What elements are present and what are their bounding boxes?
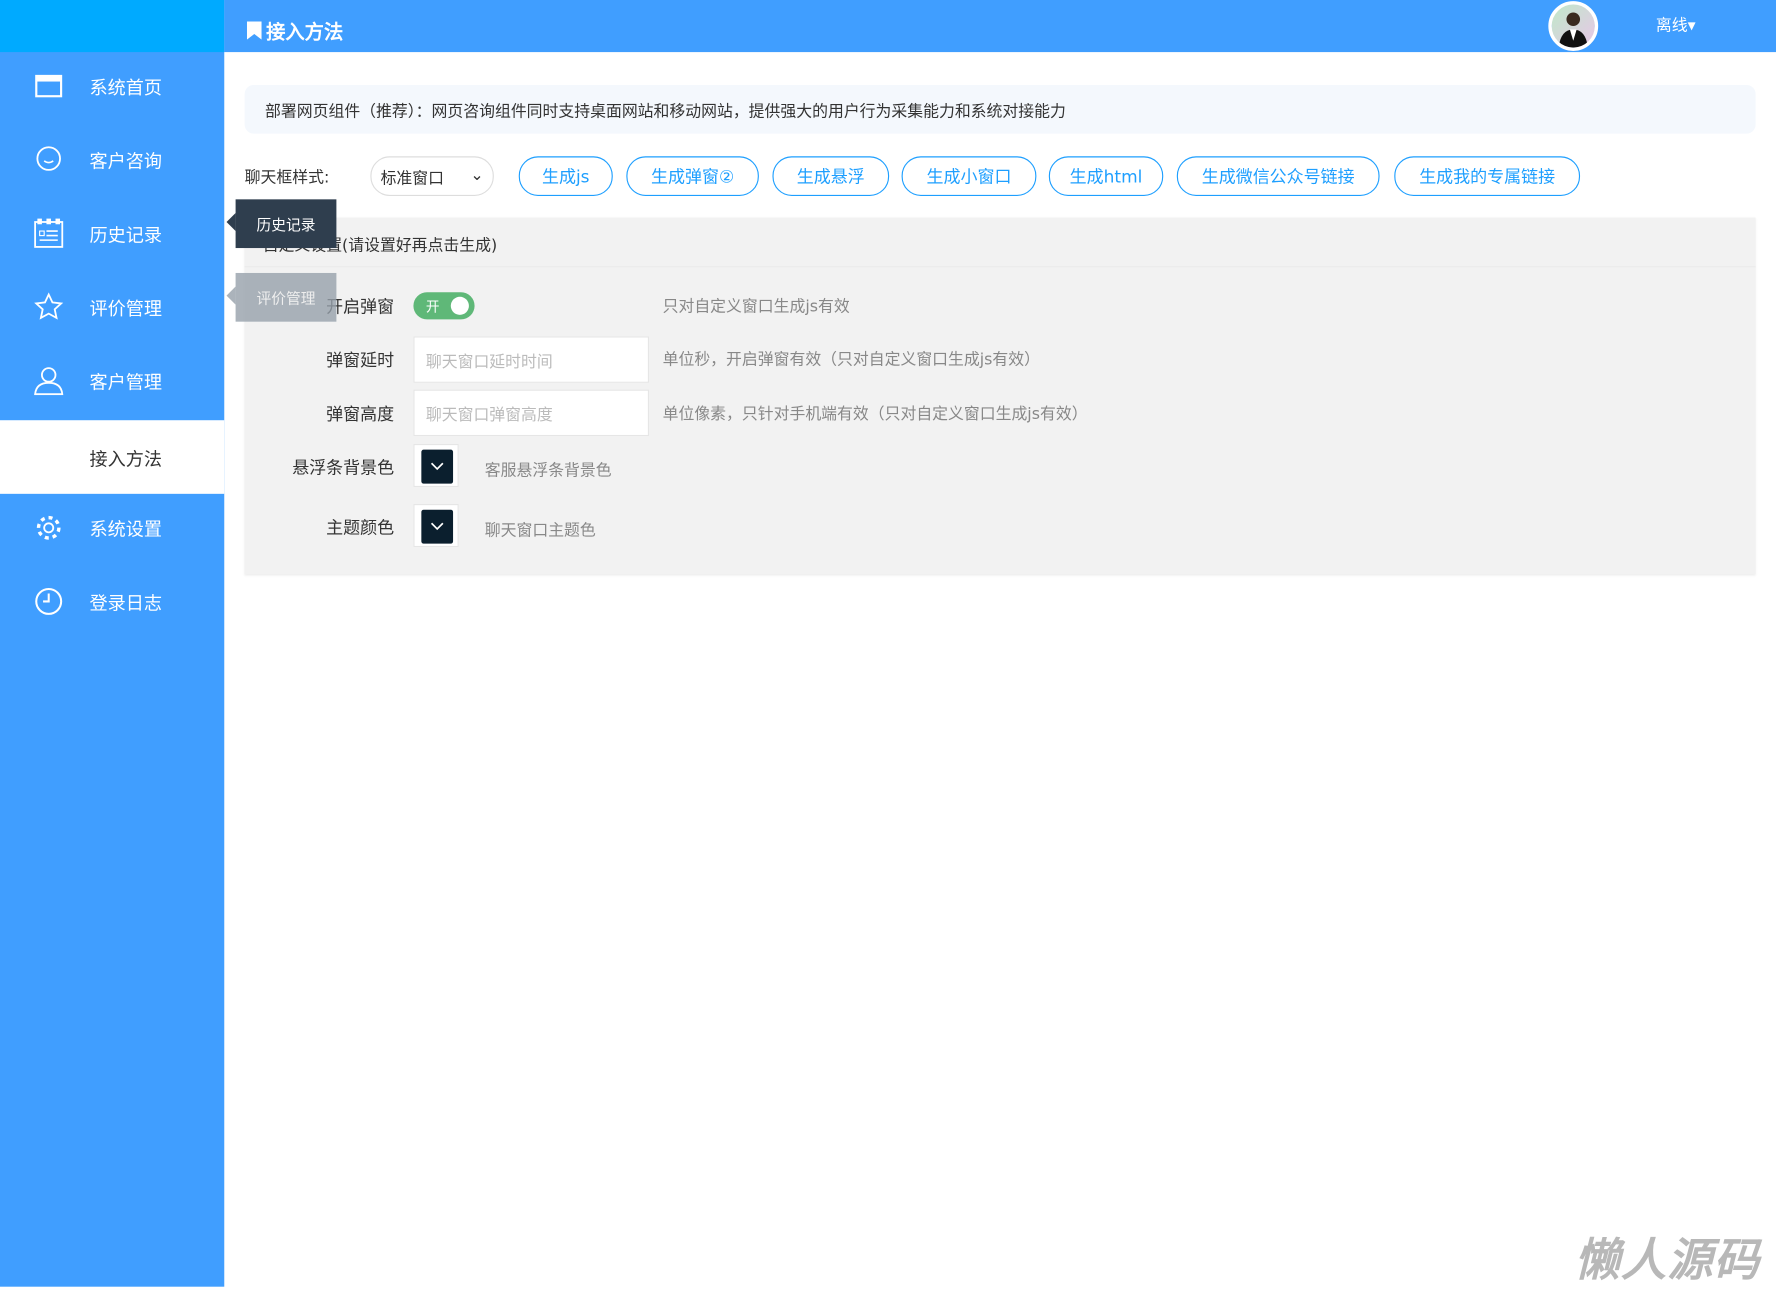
chat-style-value: 标准窗口	[380, 169, 444, 189]
avatar[interactable]	[1548, 1, 1599, 51]
generate-exclusive-link-button[interactable]: 生成我的专属链接	[1394, 156, 1581, 196]
chevron-down-icon	[430, 462, 444, 471]
popup-toggle[interactable]: 开	[413, 292, 475, 320]
notice-banner: 部署网页组件（推荐）：网页咨询组件同时支持桌面网站和移动网站，提供强大的用户行为…	[244, 84, 1756, 134]
theme-color-picker[interactable]	[413, 504, 459, 548]
toggle-knob	[450, 296, 469, 315]
sidebar-item-access[interactable]: 接入方法	[0, 420, 225, 494]
generate-float-button[interactable]: 生成悬浮	[772, 156, 890, 196]
delay-input[interactable]: 聊天窗口延时时间	[413, 336, 650, 383]
sidebar-item-label: 系统首页	[89, 76, 162, 98]
float-bg-label: 悬浮条背景色	[292, 457, 395, 478]
sidebar-item-login-log[interactable]: 登录日志	[0, 564, 224, 638]
popup-hint: 只对自定义窗口生成js有效	[662, 297, 850, 317]
sidebar-item-settings[interactable]: 系统设置	[0, 490, 224, 564]
sidebar: 系统首页 客户咨询 历史记录 评价管理 客户管理 接入方法 系统设置 登录日志	[0, 0, 225, 1287]
status-dropdown[interactable]: 离线▾	[1656, 14, 1696, 37]
top-bar: 接入方法 离线▾	[224, 0, 1776, 53]
watermark: 懒人源码	[1574, 1234, 1761, 1287]
chat-style-label: 聊天框样式:	[244, 168, 330, 187]
bookmark-icon	[246, 20, 262, 40]
height-hint: 单位像素，只针对手机端有效（只对自定义窗口生成js有效）	[662, 405, 1088, 424]
toggle-text: 开	[425, 299, 440, 315]
gear-icon	[34, 513, 63, 542]
sidebar-item-label: 客户管理	[89, 370, 162, 393]
generate-wechat-link-button[interactable]: 生成微信公众号链接	[1176, 156, 1380, 196]
delay-label: 弹窗延时	[326, 349, 395, 371]
sidebar-item-history[interactable]: 历史记录	[0, 196, 224, 270]
sidebar-item-customers[interactable]: 客户管理	[0, 343, 224, 417]
sidebar-item-label: 历史记录	[89, 223, 162, 246]
sidebar-item-label: 系统设置	[89, 518, 162, 540]
caret-down-icon: ▾	[1687, 16, 1696, 36]
chevron-down-icon	[430, 522, 444, 531]
sidebar-item-rating[interactable]: 评价管理	[0, 270, 224, 344]
page-title: 接入方法	[246, 16, 344, 45]
sidebar-item-label: 客户咨询	[89, 150, 162, 172]
generate-html-button[interactable]: 生成html	[1048, 156, 1164, 196]
theme-hint: 聊天窗口主题色	[484, 522, 596, 541]
chat-style-select[interactable]: 标准窗口 ⌄	[370, 156, 494, 196]
sidebar-item-label: 登录日志	[89, 591, 162, 614]
chevron-down-icon: ⌄	[470, 166, 484, 185]
calendar-list-icon	[34, 218, 64, 248]
generate-js-button[interactable]: 生成js	[518, 156, 613, 196]
status-text: 离线	[1655, 16, 1688, 36]
custom-settings-panel: 自定义设置(请设置好再点击生成) 开启弹窗 开 只对自定义窗口生成js有效 弹窗…	[244, 217, 1756, 575]
height-input[interactable]: 聊天窗口弹窗高度	[413, 389, 650, 437]
generate-small-window-button[interactable]: 生成小窗口	[901, 156, 1037, 196]
sidebar-item-consult[interactable]: 客户咨询	[0, 122, 224, 196]
logo-bar	[0, 0, 225, 53]
float-bg-color-picker[interactable]	[413, 443, 459, 488]
tooltip-rating: 评价管理	[226, 272, 337, 322]
delay-hint: 单位秒，开启弹窗有效（只对自定义窗口生成js有效）	[662, 351, 1040, 370]
float-bg-hint: 客服悬浮条背景色	[484, 462, 612, 481]
page-title-text: 接入方法	[266, 21, 344, 45]
sidebar-item-label: 评价管理	[89, 297, 162, 319]
height-label: 弹窗高度	[326, 404, 395, 425]
generate-popup-button[interactable]: 生成弹窗②	[626, 156, 759, 196]
tooltip-history: 历史记录	[226, 199, 337, 249]
sidebar-item-home[interactable]: 系统首页	[0, 49, 224, 123]
clock-icon	[34, 586, 63, 615]
panel-heading: 自定义设置(请设置好再点击生成)	[244, 217, 1756, 268]
theme-label: 主题颜色	[326, 517, 395, 539]
chat-bubble-icon	[34, 144, 63, 173]
user-icon	[34, 365, 64, 395]
star-icon	[34, 291, 64, 321]
sidebar-item-label: 接入方法	[89, 447, 162, 470]
window-icon	[34, 71, 63, 100]
